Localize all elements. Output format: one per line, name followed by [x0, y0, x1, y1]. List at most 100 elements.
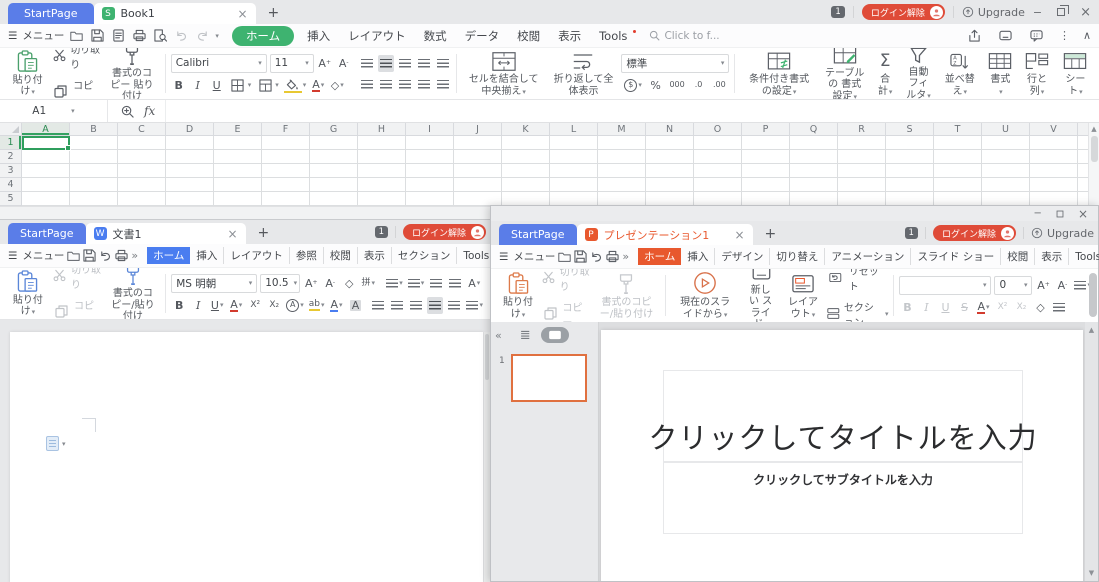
align-center-button[interactable]	[389, 297, 405, 314]
menu-button[interactable]: ☰メニュー	[499, 249, 555, 264]
currency-format-button[interactable]: $▾	[623, 77, 643, 94]
rows-cols-button[interactable]: 行と列▾	[1019, 50, 1054, 97]
document-tab[interactable]: W 文書1 ×	[86, 223, 246, 244]
column-header[interactable]: B	[70, 123, 118, 135]
slide[interactable]: クリックしてタイトルを入力 クリックしてサブタイトルを入力	[601, 330, 1083, 581]
collapse-panel-icon[interactable]: «	[495, 329, 502, 342]
superscript-button[interactable]: X²	[994, 299, 1010, 316]
maximize-button[interactable]	[1057, 210, 1064, 217]
ribbon-tab[interactable]: 切り替え	[770, 248, 825, 265]
copy-button[interactable]: コピー	[52, 77, 101, 101]
align-left-button[interactable]	[359, 76, 375, 93]
wrap-text-button[interactable]: 折り返して全体表示	[549, 50, 619, 97]
increase-font-button[interactable]: A+	[1035, 277, 1051, 294]
paste-button[interactable]: 貼り付け▾	[6, 50, 49, 97]
sum-button[interactable]: Σ合計▾	[871, 50, 898, 97]
ribbon-tab[interactable]: 数式	[415, 26, 456, 46]
ribbon-tab[interactable]: 校閲	[508, 26, 549, 46]
ribbon-tab[interactable]: スライド ショー	[911, 248, 1001, 265]
ribbon-tab[interactable]: 校閲	[324, 247, 358, 264]
subscript-button[interactable]: X₂	[1013, 299, 1029, 316]
merge-center-button[interactable]: セルを結合して中央揃え▾	[462, 50, 546, 97]
char-border-button[interactable]: A▾	[328, 297, 344, 314]
format-painter-button[interactable]: 書式のコピー 貼り付け	[104, 50, 159, 97]
paste-button[interactable]: 貼り付け▾	[6, 270, 50, 317]
reset-button[interactable]: リセット	[827, 268, 889, 293]
slide-thumbnail[interactable]	[511, 354, 587, 402]
increase-indent-button[interactable]	[447, 275, 463, 292]
column-header[interactable]: K	[502, 123, 550, 135]
format-button[interactable]: 書式▾	[984, 50, 1016, 97]
italic-button[interactable]: I	[190, 297, 206, 314]
ribbon-tab[interactable]: Tools	[590, 27, 636, 45]
open-file-icon[interactable]	[67, 29, 85, 42]
ribbon-tab[interactable]: 挿入	[681, 248, 715, 265]
borders-button[interactable]: ▾	[228, 77, 253, 94]
ribbon-tab[interactable]: 表示	[549, 26, 590, 46]
open-file-icon[interactable]	[67, 249, 80, 262]
font-size-select[interactable]: 10.5▾	[260, 274, 300, 293]
increase-font-button[interactable]: A+	[317, 55, 333, 72]
align-bottom-button[interactable]	[397, 55, 413, 72]
char-scale-button[interactable]: A▾	[466, 275, 482, 292]
undo-icon[interactable]	[172, 29, 190, 42]
bold-button[interactable]: B	[899, 299, 915, 316]
superscript-button[interactable]: X²	[247, 297, 263, 314]
section-button[interactable]: セクション▾	[827, 299, 889, 324]
copy-button[interactable]: コピー	[542, 299, 589, 324]
format-painter-button[interactable]: 書式のコピー/貼り付け	[593, 271, 661, 320]
column-header[interactable]: F	[262, 123, 310, 135]
justify-button[interactable]	[416, 76, 432, 93]
title-placeholder[interactable]: クリックしてタイトルを入力	[663, 370, 1023, 462]
print-preview-icon[interactable]	[151, 29, 169, 42]
fx-icon[interactable]: fx	[144, 104, 155, 118]
fill-color-button[interactable]: ▾	[283, 77, 308, 94]
share-icon[interactable]	[966, 29, 984, 42]
strikethrough-button[interactable]: S	[956, 299, 972, 316]
upgrade-button[interactable]: Upgrade	[962, 6, 1025, 19]
bold-button[interactable]: B	[171, 297, 187, 314]
column-header[interactable]: A	[22, 123, 70, 135]
restore-button[interactable]	[1057, 8, 1065, 16]
ribbon-tab[interactable]: 挿入	[298, 26, 339, 46]
startpage-tab[interactable]: StartPage	[499, 224, 577, 245]
clear-format-button[interactable]: ◇	[341, 275, 357, 292]
align-center-button[interactable]	[378, 76, 394, 93]
column-header[interactable]: E	[214, 123, 262, 135]
font-size-select[interactable]: 11▾	[270, 54, 314, 73]
zoom-formula-icon[interactable]	[118, 105, 136, 118]
align-right-button[interactable]	[408, 297, 424, 314]
cell-style-button[interactable]: ▾	[255, 77, 280, 94]
cut-button[interactable]: 切り取り	[53, 267, 103, 291]
document-tab[interactable]: P プレゼンテーション1 ×	[577, 224, 753, 245]
decrease-indent-button[interactable]	[428, 275, 444, 292]
ribbon-tab[interactable]: ホーム	[638, 248, 681, 265]
underline-button[interactable]: U	[209, 77, 225, 94]
font-name-select[interactable]: Calibri▾	[171, 54, 267, 73]
upgrade-button[interactable]: Upgrade	[1031, 227, 1094, 240]
collapse-ribbon-icon[interactable]: ∧	[1083, 29, 1091, 42]
open-file-icon[interactable]	[558, 250, 571, 263]
column-header[interactable]: O	[694, 123, 742, 135]
ribbon-tab[interactable]: レイアウト	[224, 247, 290, 264]
row-header[interactable]: 1	[0, 136, 21, 150]
ribbon-tab[interactable]: 挿入	[190, 247, 224, 264]
comment-icon[interactable]	[1028, 29, 1046, 42]
format-painter-button[interactable]: 書式のコピー/貼り付け	[106, 270, 161, 317]
column-header[interactable]: J	[454, 123, 502, 135]
window-count-badge[interactable]: 1	[375, 226, 388, 238]
ribbon-tab[interactable]: 校閲	[1001, 248, 1035, 265]
highlight-button[interactable]: ab▾	[308, 297, 326, 314]
increase-indent-button[interactable]	[435, 55, 451, 72]
logout-button[interactable]: ログイン解除	[403, 224, 486, 240]
row-header[interactable]: 4	[0, 178, 21, 192]
print-icon[interactable]	[130, 29, 148, 42]
sheet-button[interactable]: シート▾	[1058, 50, 1093, 97]
logout-button[interactable]: ログイン解除	[862, 4, 945, 20]
ribbon-tab[interactable]: セクション	[392, 247, 458, 264]
ribbon-tab[interactable]: ホーム	[147, 247, 190, 264]
phonetic-guide-button[interactable]: 拼▾	[360, 275, 376, 292]
distribute-button[interactable]	[435, 76, 451, 93]
ribbon-tab[interactable]: アニメーション	[825, 248, 911, 265]
scroll-down-icon[interactable]: ▼	[1089, 569, 1094, 577]
